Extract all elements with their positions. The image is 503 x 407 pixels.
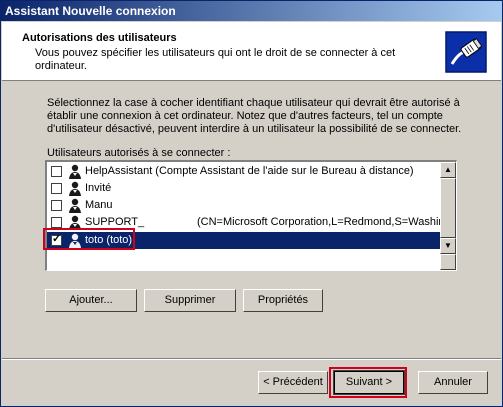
wizard-window: Assistant Nouvelle connexion Autorisatio…	[0, 0, 503, 407]
checkbox-support[interactable]	[51, 217, 62, 228]
list-item-certificate: (CN=Microsoft Corporation,L=Redmond,S=Wa…	[197, 216, 457, 228]
next-highlight	[329, 367, 407, 398]
footer-divider	[2, 358, 501, 360]
scroll-corner	[440, 254, 456, 270]
list-item-label: Manu	[85, 199, 113, 211]
list-item-manu[interactable]: Manu	[47, 197, 440, 214]
users-list: HelpAssistant (Compte Assistant de l'aid…	[47, 162, 456, 270]
list-item-invite[interactable]: Invité	[47, 180, 440, 197]
instructions-text: Sélectionnez la case à cocher identifian…	[47, 97, 462, 135]
scroll-thumb[interactable]	[440, 178, 456, 238]
cancel-button[interactable]: Annuler	[418, 371, 488, 394]
vertical-scrollbar[interactable]: ▲ ▼	[440, 162, 456, 270]
list-item-label: HelpAssistant (Compte Assistant de l'aid…	[85, 165, 414, 177]
checkbox-invite[interactable]	[51, 183, 62, 194]
window-title: Assistant Nouvelle connexion	[5, 4, 176, 18]
list-item-helpassistant[interactable]: HelpAssistant (Compte Assistant de l'aid…	[47, 163, 440, 180]
properties-button[interactable]: Propriétés	[243, 289, 323, 312]
network-cable-icon	[445, 31, 487, 73]
add-button[interactable]: Ajouter...	[45, 289, 137, 312]
checkbox-helpassistant[interactable]	[51, 166, 62, 177]
user-icon	[69, 198, 81, 213]
title-bar[interactable]: Assistant Nouvelle connexion	[1, 1, 502, 21]
user-icon	[69, 181, 81, 196]
selection-highlight	[43, 228, 135, 250]
back-button[interactable]: < Précédent	[258, 371, 328, 394]
checkbox-manu[interactable]	[51, 200, 62, 211]
scroll-down-icon[interactable]: ▼	[440, 238, 456, 254]
users-list-label: Utilisateurs autorisés à se connecter :	[47, 147, 231, 159]
header-title: Autorisations des utilisateurs	[22, 32, 177, 44]
header-subtitle: Vous pouvez spécifier les utilisateurs q…	[35, 47, 396, 72]
users-listbox[interactable]: HelpAssistant (Compte Assistant de l'aid…	[45, 160, 457, 271]
scroll-up-icon[interactable]: ▲	[440, 162, 456, 178]
list-item-label: Invité	[85, 182, 112, 194]
wizard-header: Autorisations des utilisateurs Vous pouv…	[2, 22, 501, 81]
user-icon	[69, 164, 81, 179]
remove-button[interactable]: Supprimer	[144, 289, 236, 312]
